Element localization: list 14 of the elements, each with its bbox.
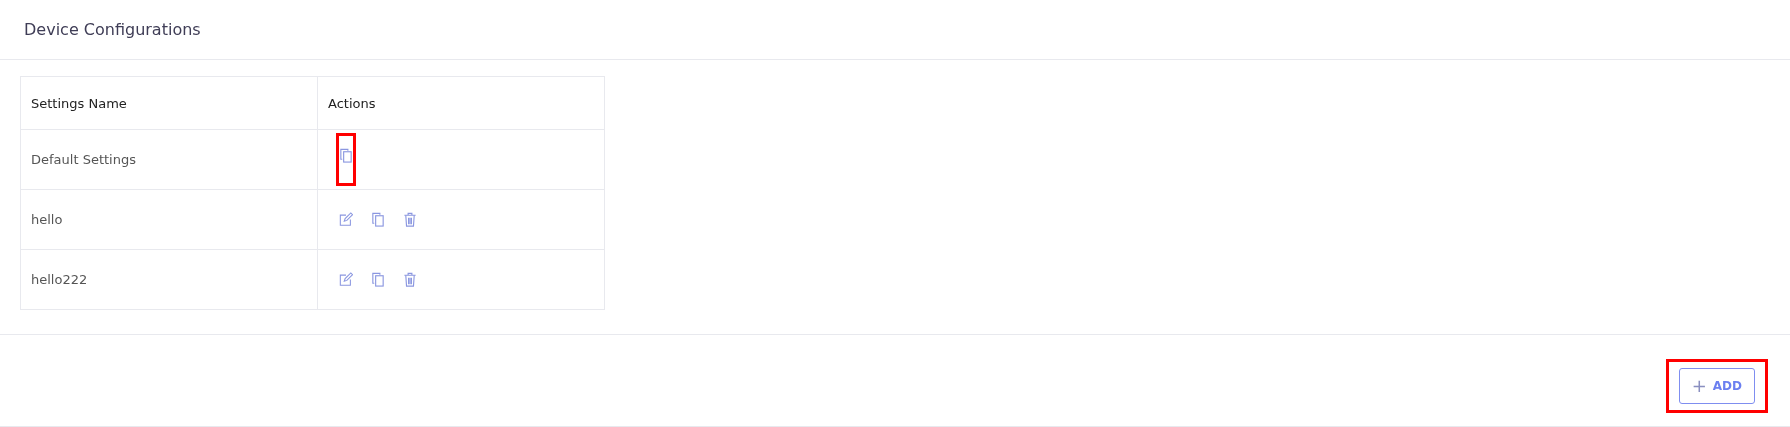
copy-icon[interactable] xyxy=(371,212,385,227)
table-cell: hello xyxy=(20,189,318,250)
column-header: Settings Name xyxy=(20,76,318,130)
table-cell: hello222 xyxy=(20,249,318,310)
column-header: Actions xyxy=(317,76,605,130)
edit-icon[interactable] xyxy=(339,212,353,227)
table-cell: Default Settings xyxy=(20,129,318,190)
add-button[interactable]: + ADD xyxy=(1678,368,1755,404)
page-title: Device Configurations xyxy=(24,20,201,39)
copy-icon[interactable] xyxy=(339,148,353,163)
edit-icon[interactable] xyxy=(339,272,353,287)
copy-icon[interactable] xyxy=(371,272,385,287)
trash-icon[interactable] xyxy=(403,272,417,287)
trash-icon[interactable] xyxy=(403,212,417,227)
